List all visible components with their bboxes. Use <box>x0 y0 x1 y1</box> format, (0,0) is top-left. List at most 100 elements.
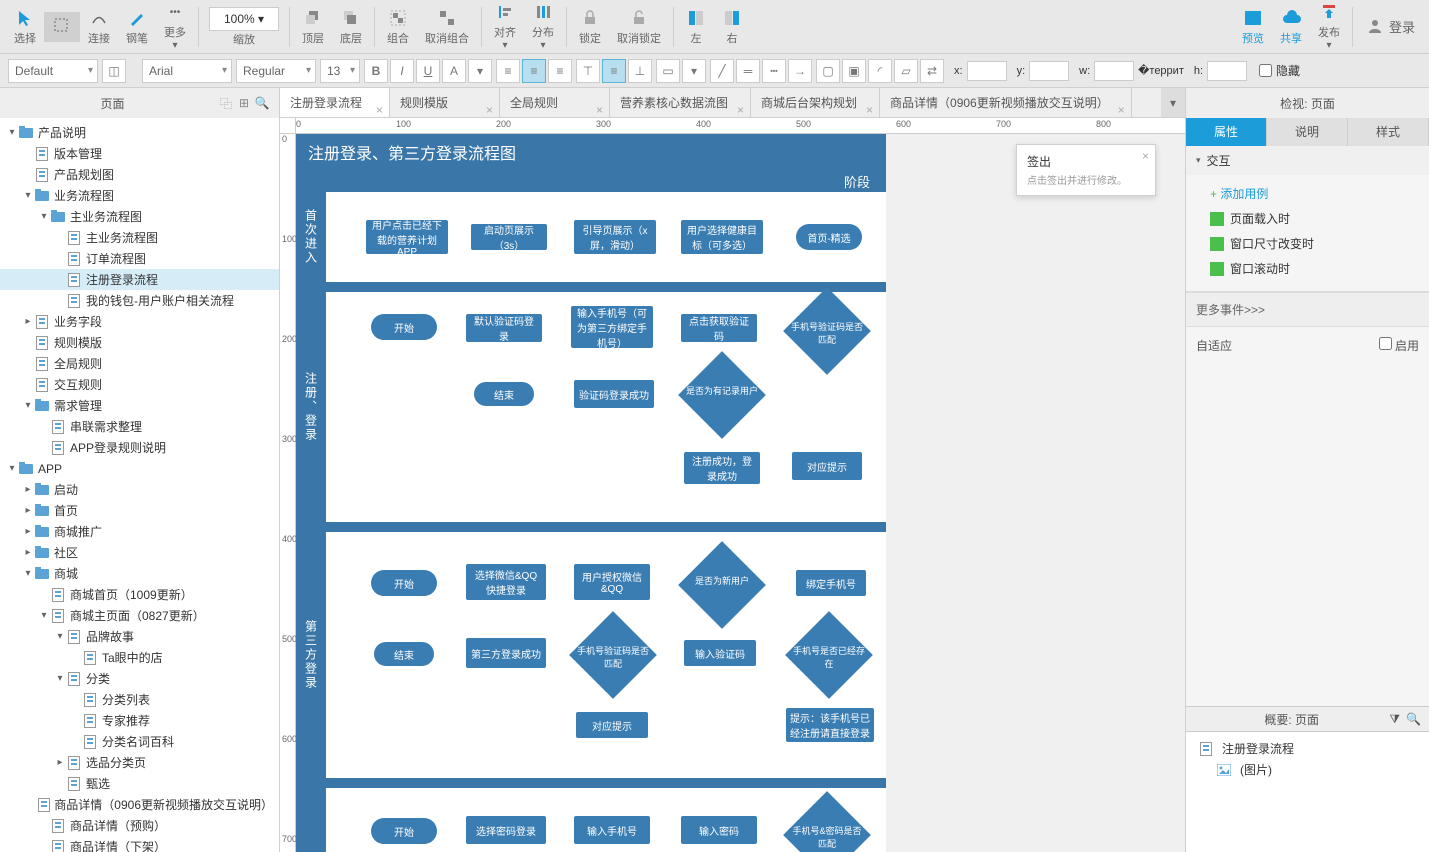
line-style-button[interactable]: ┅ <box>762 59 786 83</box>
pages-add-page-icon[interactable]: ⊞ <box>235 94 253 112</box>
bring-front-button[interactable]: 顶层 <box>294 4 332 50</box>
flip-button[interactable]: ⇄ <box>920 59 944 83</box>
search-icon[interactable]: 🔍 <box>1406 712 1421 726</box>
add-case-button[interactable]: 添加用例 <box>1210 181 1419 206</box>
ungroup-button[interactable]: 取消组合 <box>417 4 477 50</box>
tree-page[interactable]: ▸业务字段 <box>0 311 279 332</box>
hide-checkbox[interactable]: 隐藏 <box>1259 62 1300 79</box>
arrow-button[interactable]: → <box>788 59 812 83</box>
x-input[interactable] <box>967 61 1007 81</box>
tree-page[interactable]: 串联需求整理 <box>0 416 279 437</box>
close-tab-icon[interactable]: × <box>376 95 383 117</box>
tree-page[interactable]: ▾分类 <box>0 668 279 689</box>
fill-more[interactable]: ▾ <box>682 59 706 83</box>
close-tab-icon[interactable]: × <box>737 95 744 117</box>
pages-search-icon[interactable]: 🔍 <box>253 94 271 112</box>
tree-page[interactable]: 我的钱包-用户账户相关流程 <box>0 290 279 311</box>
more-events-button[interactable]: 更多事件>>> <box>1186 292 1429 327</box>
align-button[interactable]: 对齐▾ <box>486 0 524 55</box>
w-input[interactable] <box>1094 61 1134 81</box>
unlock-button[interactable]: 取消锁定 <box>609 4 669 50</box>
align-right-button[interactable]: ≡ <box>548 59 572 83</box>
send-back-button[interactable]: 底层 <box>332 4 370 50</box>
tree-page[interactable]: 全局规则 <box>0 353 279 374</box>
tree-page[interactable]: 规则模版 <box>0 332 279 353</box>
tree-folder[interactable]: ▾业务流程图 <box>0 185 279 206</box>
select-rect-tool[interactable] <box>44 12 80 42</box>
tree-page[interactable]: 商城首页（1009更新） <box>0 584 279 605</box>
distribute-button[interactable]: 分布▾ <box>524 0 562 55</box>
tree-folder[interactable]: ▾产品说明 <box>0 122 279 143</box>
tree-page[interactable]: 商品详情（下架） <box>0 836 279 852</box>
tree-page[interactable]: 商品详情（0906更新视频播放交互说明） <box>0 794 279 815</box>
outline-root[interactable]: 注册登录流程 <box>1194 738 1421 759</box>
event-page-load[interactable]: 页面载入时 <box>1210 206 1419 231</box>
tabs-overflow-button[interactable]: ▾ <box>1161 88 1185 117</box>
line-color-button[interactable]: ╱ <box>710 59 734 83</box>
tree-page[interactable]: 专家推荐 <box>0 710 279 731</box>
padding-button[interactable]: ▱ <box>894 59 918 83</box>
underline-button[interactable]: U <box>416 59 440 83</box>
tree-folder[interactable]: ▸首页 <box>0 500 279 521</box>
h-input[interactable] <box>1207 61 1247 81</box>
tree-page[interactable]: Ta眼中的店 <box>0 647 279 668</box>
tree-page[interactable]: 分类名词百科 <box>0 731 279 752</box>
tree-folder[interactable]: ▾需求管理 <box>0 395 279 416</box>
tree-page[interactable]: 商品详情（预购） <box>0 815 279 836</box>
tree-folder[interactable]: ▾APP <box>0 458 279 479</box>
tree-folder[interactable]: ▸商城推广 <box>0 521 279 542</box>
outer-shadow[interactable]: ▢ <box>816 59 840 83</box>
bold-button[interactable]: B <box>364 59 388 83</box>
login-button[interactable]: 登录 <box>1357 12 1423 42</box>
canvas-area[interactable]: 010020030040050060070080090010001100 010… <box>280 118 1185 852</box>
tree-folder[interactable]: ▸社区 <box>0 542 279 563</box>
tree-folder[interactable]: ▸启动 <box>0 479 279 500</box>
event-window-resize[interactable]: 窗口尺寸改变时 <box>1210 231 1419 256</box>
valign-mid-button[interactable]: ≡ <box>602 59 626 83</box>
filter-icon[interactable]: ⧩ <box>1389 712 1400 727</box>
enable-adaptive-checkbox[interactable]: 启用 <box>1379 337 1419 354</box>
checkout-callout[interactable]: × 签出 点击签出并进行修改。 <box>1016 144 1156 196</box>
tab-notes[interactable]: 说明 <box>1267 118 1348 146</box>
align-left-button[interactable]: ≡ <box>496 59 520 83</box>
select-tool[interactable]: 选择 <box>6 4 44 50</box>
tree-page[interactable]: 主业务流程图 <box>0 227 279 248</box>
zoom-select[interactable]: 100% ▾ <box>209 7 279 31</box>
valign-top-button[interactable]: ⊤ <box>576 59 600 83</box>
dock-left-button[interactable]: 左 <box>678 4 714 50</box>
tree-page[interactable]: ▸选品分类页 <box>0 752 279 773</box>
pen-tool[interactable]: 钢笔 <box>118 4 156 50</box>
close-tab-icon[interactable]: × <box>866 95 873 117</box>
close-tab-icon[interactable]: × <box>486 95 493 117</box>
event-window-scroll[interactable]: 窗口滚动时 <box>1210 256 1419 281</box>
close-tab-icon[interactable]: × <box>596 95 603 117</box>
document-tab[interactable]: 规则模版× <box>390 88 500 117</box>
document-tab[interactable]: 注册登录流程× <box>280 88 390 117</box>
document-tab[interactable]: 营养素核心数据流图× <box>610 88 751 117</box>
corner-button[interactable]: ◜ <box>868 59 892 83</box>
document-tab[interactable]: 商品详情（0906更新视频播放交互说明）× <box>880 88 1132 117</box>
weight-select[interactable]: Regular <box>236 59 316 83</box>
tree-page[interactable]: 交互规则 <box>0 374 279 395</box>
style-paint-button[interactable]: ◫ <box>102 59 126 83</box>
tree-page[interactable]: APP登录规则说明 <box>0 437 279 458</box>
align-center-button[interactable]: ≡ <box>522 59 546 83</box>
document-tab[interactable]: 商城后台架构规划× <box>751 88 880 117</box>
lock-button[interactable]: 锁定 <box>571 4 609 50</box>
italic-button[interactable]: I <box>390 59 414 83</box>
close-tab-icon[interactable]: × <box>1118 95 1125 117</box>
tab-properties[interactable]: 属性 <box>1186 118 1267 146</box>
y-input[interactable] <box>1029 61 1069 81</box>
preview-button[interactable]: 预览 <box>1234 4 1272 50</box>
share-button[interactable]: 共享 <box>1272 4 1310 50</box>
valign-bot-button[interactable]: ⊥ <box>628 59 652 83</box>
tree-page[interactable]: 版本管理 <box>0 143 279 164</box>
tree-page[interactable]: 订单流程图 <box>0 248 279 269</box>
fontsize-select[interactable]: 13 <box>320 59 360 83</box>
more-text-button[interactable]: ▾ <box>468 59 492 83</box>
document-tab[interactable]: 全局规则× <box>500 88 610 117</box>
group-button[interactable]: 组合 <box>379 4 417 50</box>
tree-folder[interactable]: ▾主业务流程图 <box>0 206 279 227</box>
line-width-button[interactable]: ═ <box>736 59 760 83</box>
tree-page[interactable]: 甄选 <box>0 773 279 794</box>
